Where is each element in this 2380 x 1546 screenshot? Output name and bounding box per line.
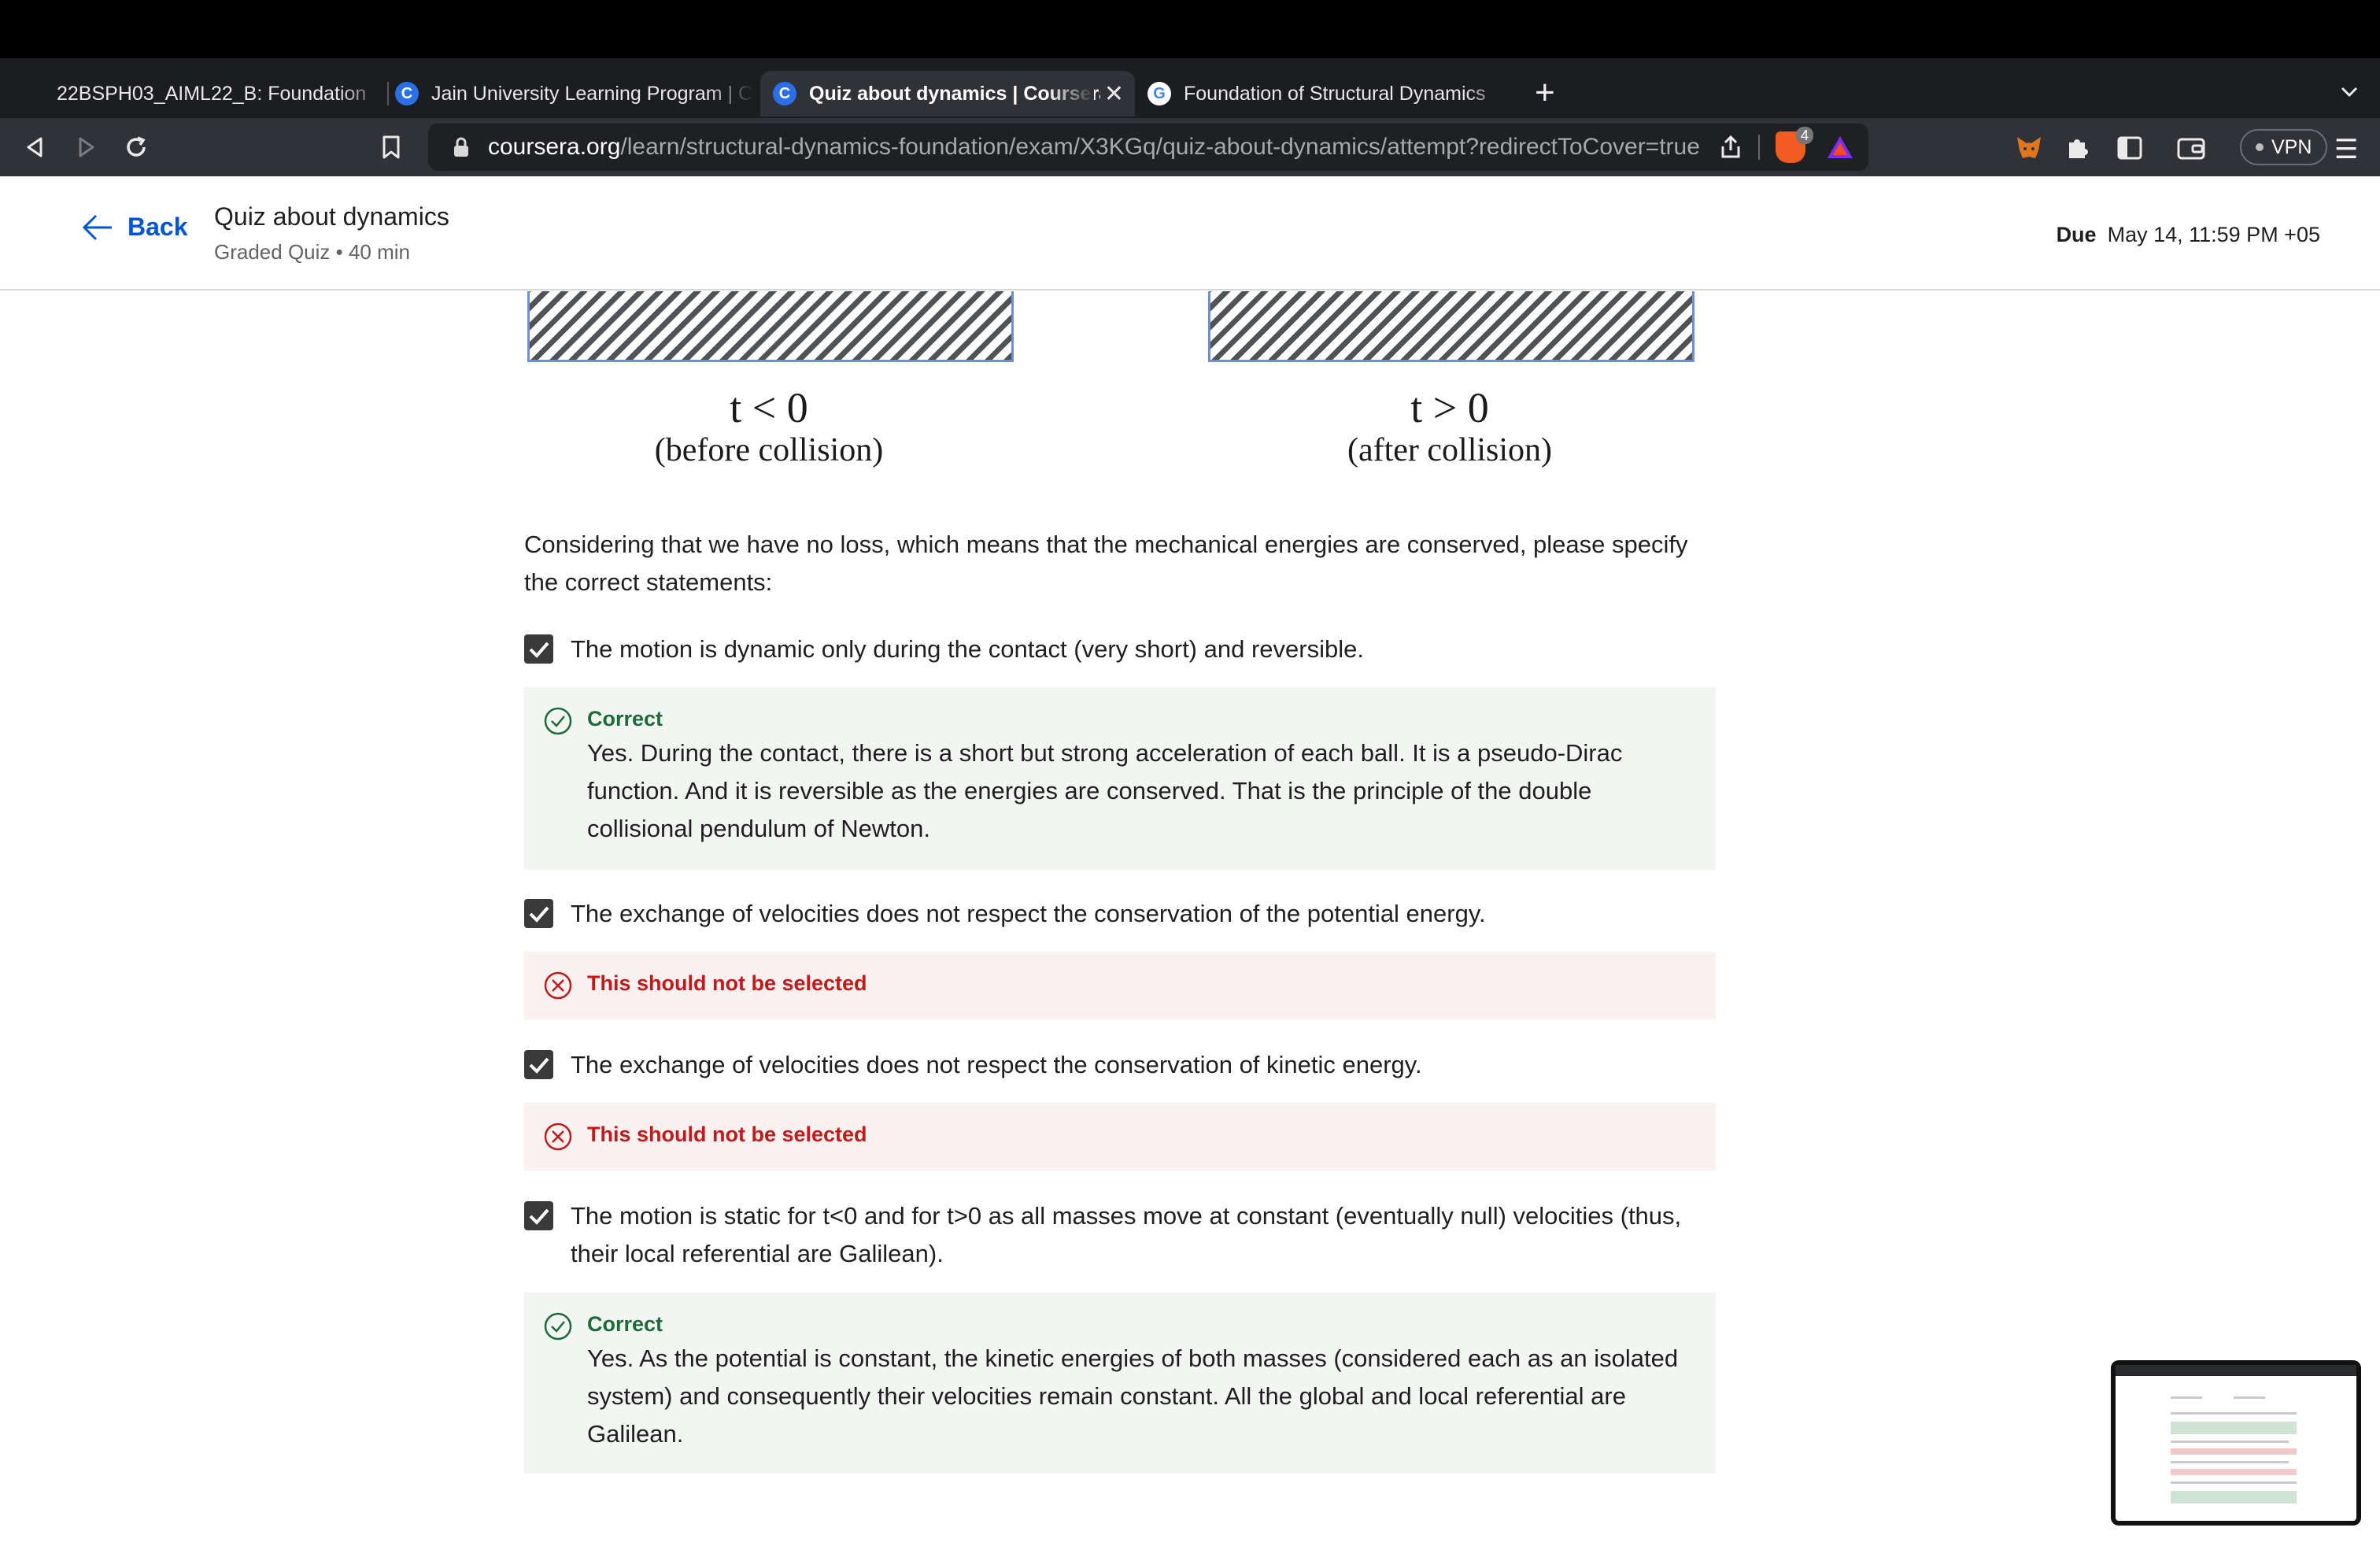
page-title: Quiz about dynamics: [214, 202, 449, 231]
feedback-body: Yes. During the contact, there is a shor…: [587, 739, 1623, 842]
feedback-title: This should not be selected: [587, 1123, 867, 1146]
checkmark-icon: [529, 1208, 549, 1225]
tab-quiz-about-dynamics[interactable]: C Quiz about dynamics | Coursera ✕: [760, 71, 1135, 117]
sidebar-icon[interactable]: [2114, 132, 2145, 164]
vpn-button[interactable]: VPN: [2240, 129, 2328, 165]
answer-option[interactable]: The exchange of velocities does not resp…: [524, 1046, 1716, 1084]
quiz-header: [0, 176, 2380, 290]
checkmark-icon: [529, 906, 549, 923]
due-date: Due May 14, 11:59 PM +05: [2056, 223, 2320, 246]
window-title-bar: [0, 0, 2380, 58]
feedback-incorrect: This should not be selected: [524, 952, 1716, 1019]
figure-label-before: t < 0 (before collision): [654, 384, 884, 468]
option-label: The exchange of velocities does not resp…: [571, 1051, 1422, 1078]
arrow-left-icon: [82, 214, 112, 240]
extensions-icon[interactable]: [2062, 132, 2094, 164]
option-label: The exchange of velocities does not resp…: [571, 900, 1486, 927]
rewards-icon[interactable]: [1826, 133, 1854, 165]
tab-label: Foundation of Structural Dynamics: [1184, 82, 1486, 105]
tab-label: Jain University Learning Program | C: [431, 82, 753, 105]
back-nav-icon[interactable]: [19, 131, 52, 164]
back-label: Back: [128, 213, 188, 241]
checkmark-icon: [529, 1057, 549, 1074]
feedback-correct: Correct Yes. As the potential is constan…: [524, 1293, 1716, 1474]
feedback-incorrect: This should not be selected: [524, 1103, 1716, 1171]
checkmark-icon: [529, 642, 549, 658]
coursera-icon: C: [773, 82, 796, 105]
address-bar[interactable]: coursera.org/learn/structural-dynamics-f…: [428, 124, 1868, 171]
tab-foundation-structural-dynamics[interactable]: G Foundation of Structural Dynamics: [1146, 71, 1513, 117]
option-label: The motion is static for t<0 and for t>0…: [571, 1202, 1682, 1267]
reload-icon[interactable]: [120, 131, 153, 164]
check-circle-icon: [544, 1312, 572, 1341]
coursera-icon: C: [395, 82, 419, 105]
bookmark-icon[interactable]: [375, 131, 408, 164]
google-icon: G: [1148, 82, 1171, 105]
screenshot-thumbnail[interactable]: [2111, 1360, 2361, 1526]
question-text: Considering that we have no loss, which …: [524, 531, 1688, 596]
check-circle-icon: [544, 707, 572, 735]
x-circle-icon: [544, 971, 572, 1000]
feedback-title: Correct: [587, 1312, 663, 1336]
share-icon[interactable]: [1719, 135, 1743, 164]
lock-icon: [445, 136, 477, 158]
chevron-down-icon[interactable]: [2338, 80, 2361, 108]
new-tab-button[interactable]: +: [1535, 76, 1555, 110]
checkbox-checked[interactable]: [524, 899, 553, 928]
figure-label-after: t > 0 (after collision): [1347, 384, 1553, 468]
shield-count-badge: 4: [1796, 127, 1814, 144]
status-dot-icon: [2256, 143, 2264, 151]
back-button[interactable]: Back: [82, 213, 188, 242]
url-text: coursera.org/learn/structural-dynamics-f…: [488, 134, 1700, 160]
checkbox-checked[interactable]: [524, 1201, 553, 1230]
forward-nav-icon[interactable]: [69, 131, 102, 164]
hamburger-menu-icon[interactable]: ☰: [2334, 134, 2358, 165]
feedback-correct: Correct Yes. During the contact, there i…: [524, 687, 1716, 870]
checkbox-checked[interactable]: [524, 1050, 553, 1079]
feedback-title: Correct: [587, 707, 663, 730]
answer-option[interactable]: The exchange of velocities does not resp…: [524, 895, 1716, 933]
answer-option[interactable]: The motion is dynamic only during the co…: [524, 631, 1716, 668]
tab-label: 22BSPH03_AIML22_B: Foundation: [57, 82, 367, 105]
feedback-body: Yes. As the potential is constant, the k…: [587, 1344, 1679, 1448]
wallet-icon[interactable]: [2175, 132, 2207, 164]
feedback-title: This should not be selected: [587, 971, 867, 995]
x-circle-icon: [544, 1123, 572, 1151]
option-label: The motion is dynamic only during the co…: [571, 635, 1364, 663]
metamask-icon[interactable]: [2013, 132, 2045, 164]
hatched-ground-right: [1208, 291, 1694, 362]
tab-jain-university[interactable]: C Jain University Learning Program | C: [394, 71, 754, 117]
hatched-ground-left: [527, 291, 1014, 362]
tab-foundation[interactable]: 22BSPH03_AIML22_B: Foundation: [16, 71, 386, 117]
close-tab-icon[interactable]: ✕: [1104, 80, 1124, 108]
checkbox-checked[interactable]: [524, 634, 553, 664]
answer-option[interactable]: The motion is static for t<0 and for t>0…: [524, 1197, 1716, 1273]
quiz-subtitle: Graded Quiz • 40 min: [214, 240, 410, 264]
